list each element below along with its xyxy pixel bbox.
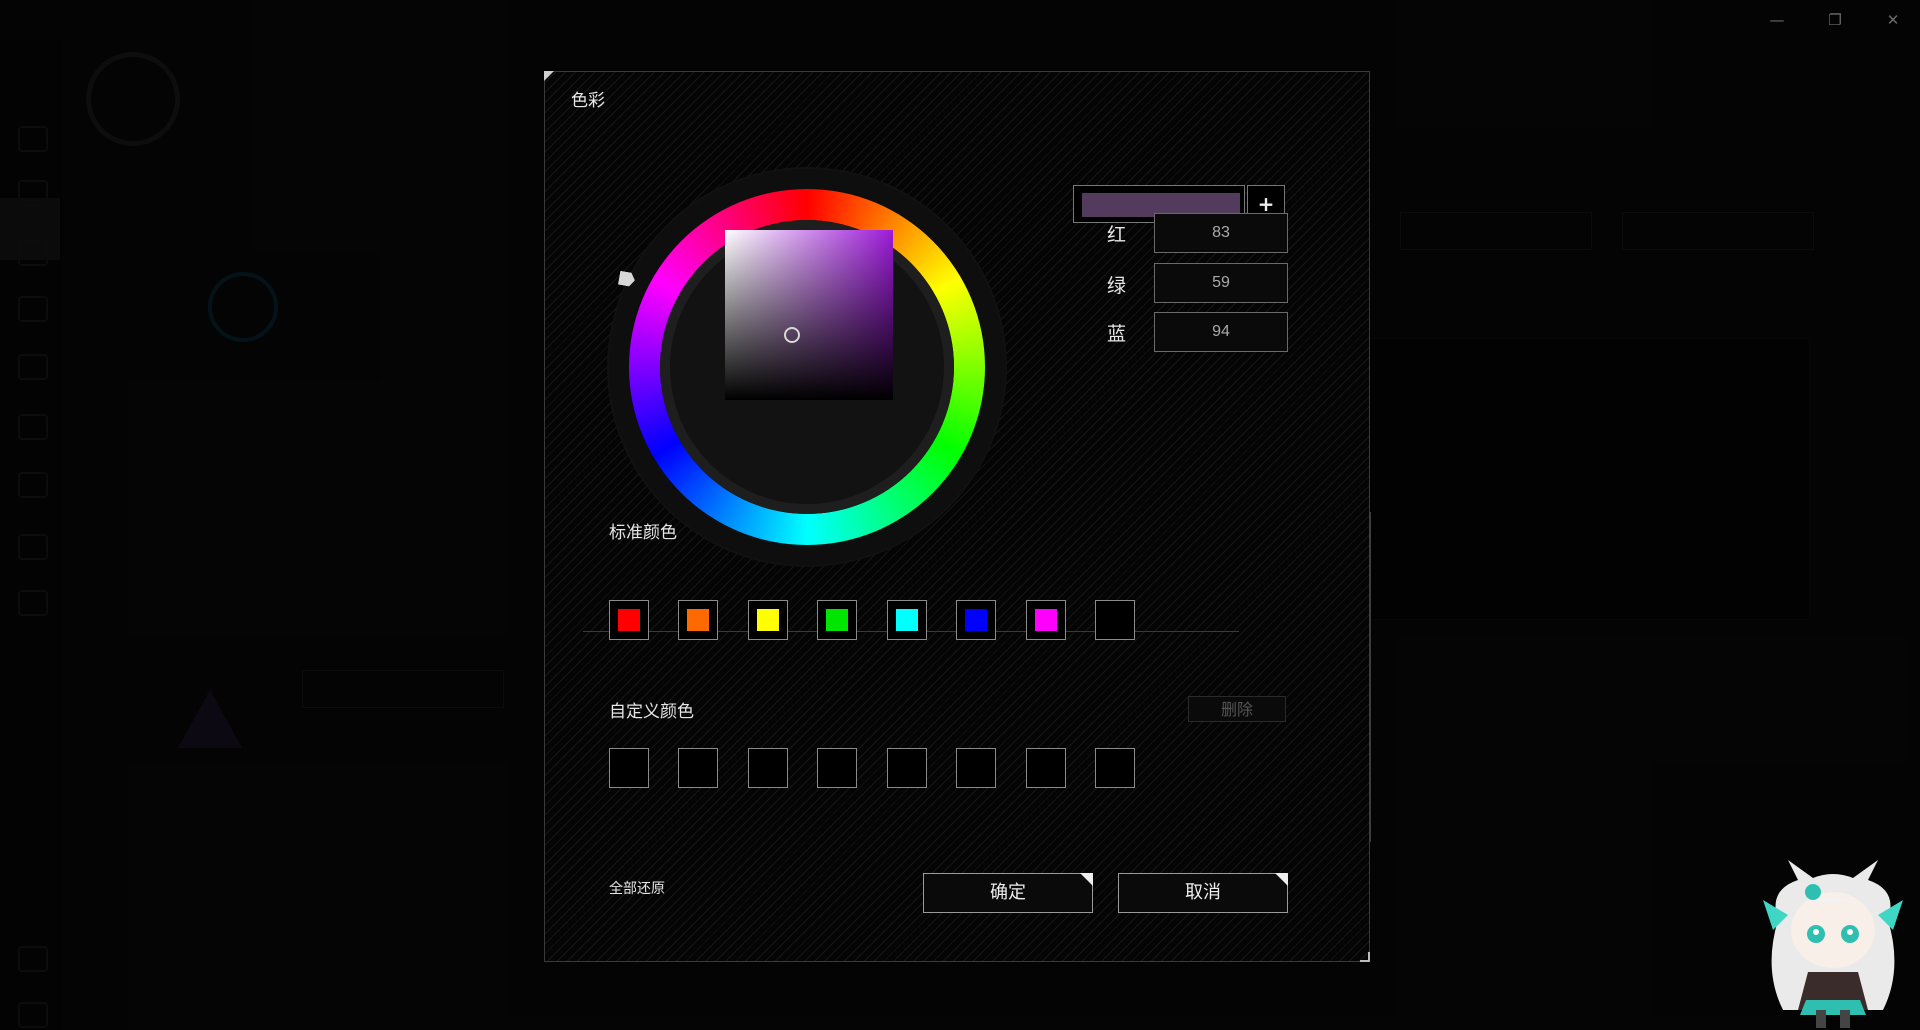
swatch-fill: [826, 609, 848, 631]
color-picker-dialog: 色彩 + 红 83 绿 59 蓝 94 标准颜色 自定义颜色 删除 全部还原 确…: [544, 71, 1371, 962]
corner-decoration: [1360, 952, 1370, 962]
mascot-character[interactable]: [1758, 860, 1908, 1030]
standard-color-swatch[interactable]: [817, 600, 857, 640]
delete-button[interactable]: 删除: [1188, 696, 1286, 722]
standard-color-swatch[interactable]: [748, 600, 788, 640]
custom-color-swatch[interactable]: [887, 748, 927, 788]
standard-colors-label: 标准颜色: [609, 523, 677, 543]
red-input[interactable]: 83: [1154, 213, 1288, 253]
swatch-fill: [618, 609, 640, 631]
custom-color-swatch[interactable]: [678, 748, 718, 788]
sv-picker-handle[interactable]: [784, 327, 800, 343]
custom-colors-label: 自定义颜色: [609, 702, 694, 722]
blue-label: 蓝: [1107, 323, 1127, 345]
red-label: 红: [1107, 224, 1127, 246]
custom-color-swatch[interactable]: [1095, 748, 1135, 788]
standard-color-swatch[interactable]: [609, 600, 649, 640]
ok-button[interactable]: 确定: [923, 873, 1093, 913]
green-label: 绿: [1107, 275, 1127, 297]
standard-color-swatch[interactable]: [1026, 600, 1066, 640]
reset-all-button[interactable]: 全部还原: [609, 878, 665, 898]
standard-color-swatch[interactable]: [887, 600, 927, 640]
dialog-title: 色彩: [571, 91, 605, 111]
cancel-button[interactable]: 取消: [1118, 873, 1288, 913]
swatch-fill: [687, 609, 709, 631]
custom-color-swatch[interactable]: [956, 748, 996, 788]
custom-color-swatch[interactable]: [817, 748, 857, 788]
custom-color-swatch[interactable]: [1026, 748, 1066, 788]
swatch-fill: [896, 609, 918, 631]
green-input[interactable]: 59: [1154, 263, 1288, 303]
custom-color-swatch[interactable]: [609, 748, 649, 788]
swatch-fill: [1035, 609, 1057, 631]
standard-color-swatch[interactable]: [1095, 600, 1135, 640]
scrollbar[interactable]: [1369, 512, 1371, 842]
cancel-label: 取消: [1185, 882, 1221, 903]
corner-decoration: [1275, 873, 1288, 886]
saturation-value-square[interactable]: [725, 230, 893, 400]
custom-color-swatch[interactable]: [748, 748, 788, 788]
swatch-fill: [757, 609, 779, 631]
swatch-fill: [965, 609, 987, 631]
standard-color-swatch[interactable]: [678, 600, 718, 640]
corner-decoration: [1080, 873, 1093, 886]
ok-label: 确定: [990, 882, 1026, 903]
corner-decoration: [544, 71, 554, 81]
standard-color-swatch[interactable]: [956, 600, 996, 640]
blue-input[interactable]: 94: [1154, 312, 1288, 352]
